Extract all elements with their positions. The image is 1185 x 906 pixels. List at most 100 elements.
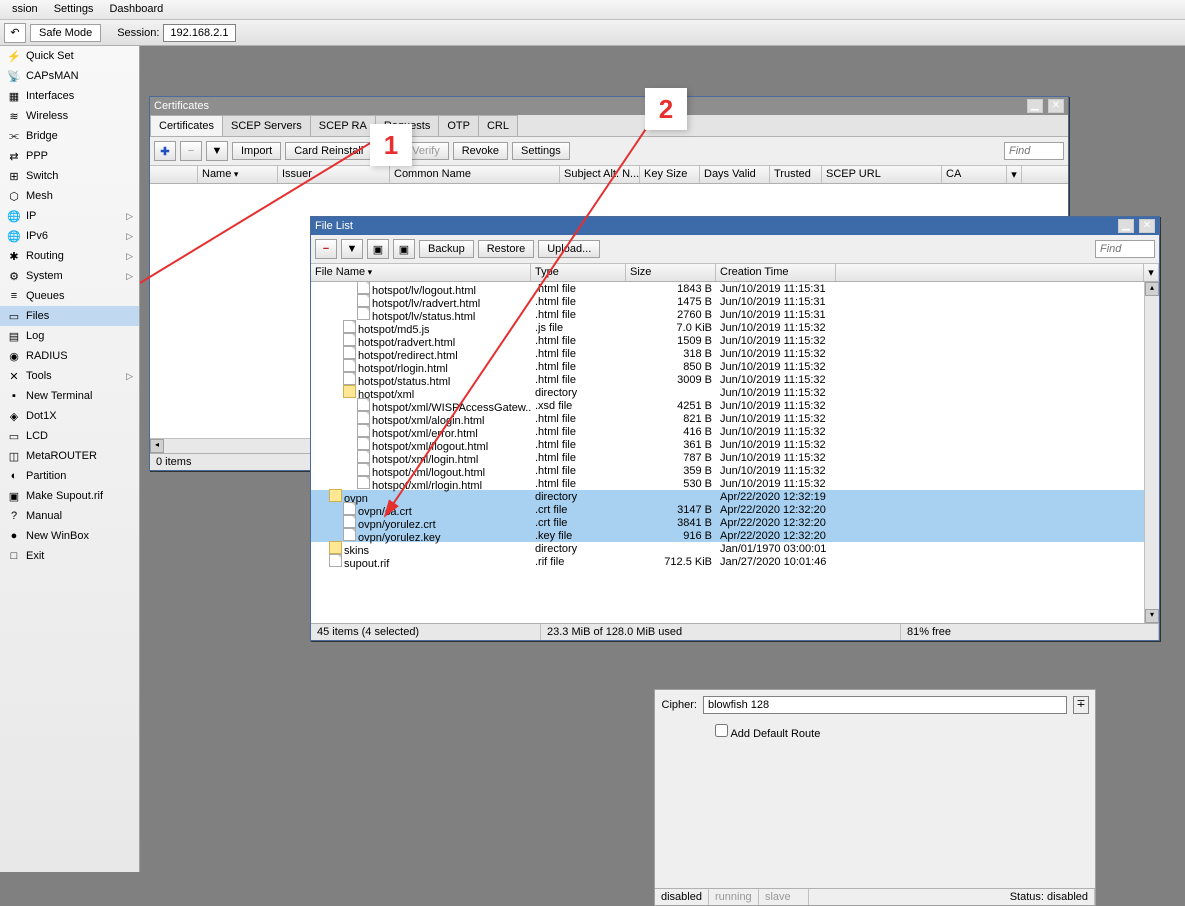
sidebar-item-log[interactable]: ▤Log [0, 326, 139, 346]
menu-icon: ▦ [6, 89, 22, 103]
column-header[interactable]: CA [942, 166, 1007, 183]
sidebar-item-exit[interactable]: □Exit [0, 546, 139, 566]
sidebar-item-make-supout.rif[interactable]: ▣Make Supout.rif [0, 486, 139, 506]
sidebar-item-metarouter[interactable]: ◫MetaROUTER [0, 446, 139, 466]
sidebar-item-dot1x[interactable]: ◈Dot1X [0, 406, 139, 426]
column-header[interactable]: Issuer [278, 166, 390, 183]
backup-button[interactable]: Backup [419, 240, 474, 258]
column-header[interactable]: Common Name [390, 166, 560, 183]
file-icon [329, 554, 342, 567]
sidebar-item-new-terminal[interactable]: ▪New Terminal [0, 386, 139, 406]
sidebar-item-routing[interactable]: ✱Routing▷ [0, 246, 139, 266]
sidebar-item-interfaces[interactable]: ▦Interfaces [0, 86, 139, 106]
add-default-route-checkbox[interactable] [715, 724, 728, 737]
sidebar-label: Partition [26, 470, 66, 482]
sidebar-item-lcd[interactable]: ▭LCD [0, 426, 139, 446]
file-grid[interactable]: hotspot/lv/logout.html.html file1843 BJu… [311, 282, 1159, 623]
tab-crl[interactable]: CRL [478, 115, 518, 136]
sidebar-item-system[interactable]: ⚙System▷ [0, 266, 139, 286]
file-row[interactable]: supout.rif.rif file712.5 KiBJan/27/2020 … [311, 555, 1159, 568]
minimize-icon[interactable]: ▁ [1118, 219, 1134, 233]
remove-button[interactable]: − [180, 141, 202, 161]
tab-scep-servers[interactable]: SCEP Servers [222, 115, 311, 136]
menu-item[interactable]: ssion [4, 0, 46, 19]
sidebar-item-mesh[interactable]: ⬡Mesh [0, 186, 139, 206]
card-reinstall-button[interactable]: Card Reinstall [285, 142, 372, 160]
minimize-icon[interactable]: ▁ [1027, 99, 1043, 113]
tab-scep-ra[interactable]: SCEP RA [310, 115, 376, 136]
column-header[interactable]: Name [198, 166, 278, 183]
close-icon[interactable]: ✕ [1139, 219, 1155, 233]
column-menu-icon[interactable]: ▾ [1144, 264, 1159, 281]
column-header[interactable]: Creation Time [716, 264, 836, 281]
copy-button[interactable]: ▣ [367, 239, 389, 259]
sidebar-label: New Terminal [26, 390, 92, 402]
file-size: 821 B [626, 413, 716, 425]
window-titlebar[interactable]: File List ▁ ✕ [311, 217, 1159, 235]
settings-button[interactable]: Settings [512, 142, 570, 160]
menu-icon: ▭ [6, 429, 22, 443]
column-header[interactable]: Key Size [640, 166, 700, 183]
sidebar-item-manual[interactable]: ?Manual [0, 506, 139, 526]
menu-icon: ● [6, 529, 22, 543]
menu-item[interactable]: Settings [46, 0, 102, 19]
column-headers: NameIssuerCommon NameSubject Alt. N...Ke… [150, 166, 1068, 184]
sidebar-item-partition[interactable]: ◐Partition [0, 466, 139, 486]
remove-button[interactable]: − [315, 239, 337, 259]
restore-button[interactable]: Restore [478, 240, 535, 258]
file-time: Jun/10/2019 11:15:32 [716, 465, 836, 477]
column-header[interactable]: Trusted [770, 166, 822, 183]
upload-button[interactable]: Upload... [538, 240, 600, 258]
sidebar-item-switch[interactable]: ⊞Switch [0, 166, 139, 186]
add-button[interactable]: ✚ [154, 141, 176, 161]
column-header[interactable]: Days Valid [700, 166, 770, 183]
file-type: .html file [531, 309, 626, 321]
sidebar-label: Queues [26, 290, 65, 302]
menu-icon: ? [6, 509, 22, 523]
find-input[interactable] [1004, 142, 1064, 160]
tab-certificates[interactable]: Certificates [150, 115, 223, 136]
sidebar-item-tools[interactable]: ✕Tools▷ [0, 366, 139, 386]
column-header[interactable] [150, 166, 198, 183]
cipher-value[interactable]: blowfish 128 [703, 696, 1067, 714]
file-icon [357, 411, 370, 424]
column-header[interactable]: Size [626, 264, 716, 281]
import-button[interactable]: Import [232, 142, 281, 160]
revoke-button[interactable]: Revoke [453, 142, 508, 160]
column-header[interactable]: Type [531, 264, 626, 281]
menu-item[interactable]: Dashboard [101, 0, 171, 19]
sidebar-item-new-winbox[interactable]: ●New WinBox [0, 526, 139, 546]
find-input[interactable] [1095, 240, 1155, 258]
back-button[interactable]: ↶ [4, 23, 26, 43]
column-menu-icon[interactable]: ▾ [1007, 166, 1022, 183]
sidebar-item-capsman[interactable]: 📡CAPsMAN [0, 66, 139, 86]
sidebar-item-ppp[interactable]: ⇄PPP [0, 146, 139, 166]
sidebar-item-queues[interactable]: ≡Queues [0, 286, 139, 306]
sidebar-item-quick-set[interactable]: ⚡Quick Set [0, 46, 139, 66]
file-type: .html file [531, 348, 626, 360]
safe-mode-button[interactable]: Safe Mode [30, 24, 101, 42]
filter-icon[interactable]: ▼ [206, 141, 228, 161]
sidebar-item-ip[interactable]: 🌐IP▷ [0, 206, 139, 226]
sidebar-item-bridge[interactable]: ⫘Bridge [0, 126, 139, 146]
tab-otp[interactable]: OTP [438, 115, 479, 136]
menu-icon: ▣ [6, 489, 22, 503]
sidebar-item-wireless[interactable]: ≋Wireless [0, 106, 139, 126]
sidebar-item-ipv6[interactable]: 🌐IPv6▷ [0, 226, 139, 246]
file-time: Jun/10/2019 11:15:32 [716, 426, 836, 438]
window-titlebar[interactable]: Certificates ▁ ✕ [150, 97, 1068, 115]
column-header[interactable]: Subject Alt. N... [560, 166, 640, 183]
column-header[interactable]: File Name [311, 264, 531, 281]
vertical-scrollbar[interactable]: ▴▾ [1144, 282, 1159, 623]
sidebar-item-radius[interactable]: ◉RADIUS [0, 346, 139, 366]
file-type: .html file [531, 413, 626, 425]
tab-requests[interactable]: Requests [375, 115, 439, 136]
status-running: running [709, 889, 759, 905]
card-verify-button[interactable]: Card Verify [376, 142, 448, 160]
sidebar-item-files[interactable]: ▭Files [0, 306, 139, 326]
close-icon[interactable]: ✕ [1048, 99, 1064, 113]
paste-button[interactable]: ▣ [393, 239, 415, 259]
filter-icon[interactable]: ▼ [341, 239, 363, 259]
column-header[interactable]: SCEP URL [822, 166, 942, 183]
cipher-dropdown-icon[interactable]: ∓ [1073, 696, 1089, 714]
